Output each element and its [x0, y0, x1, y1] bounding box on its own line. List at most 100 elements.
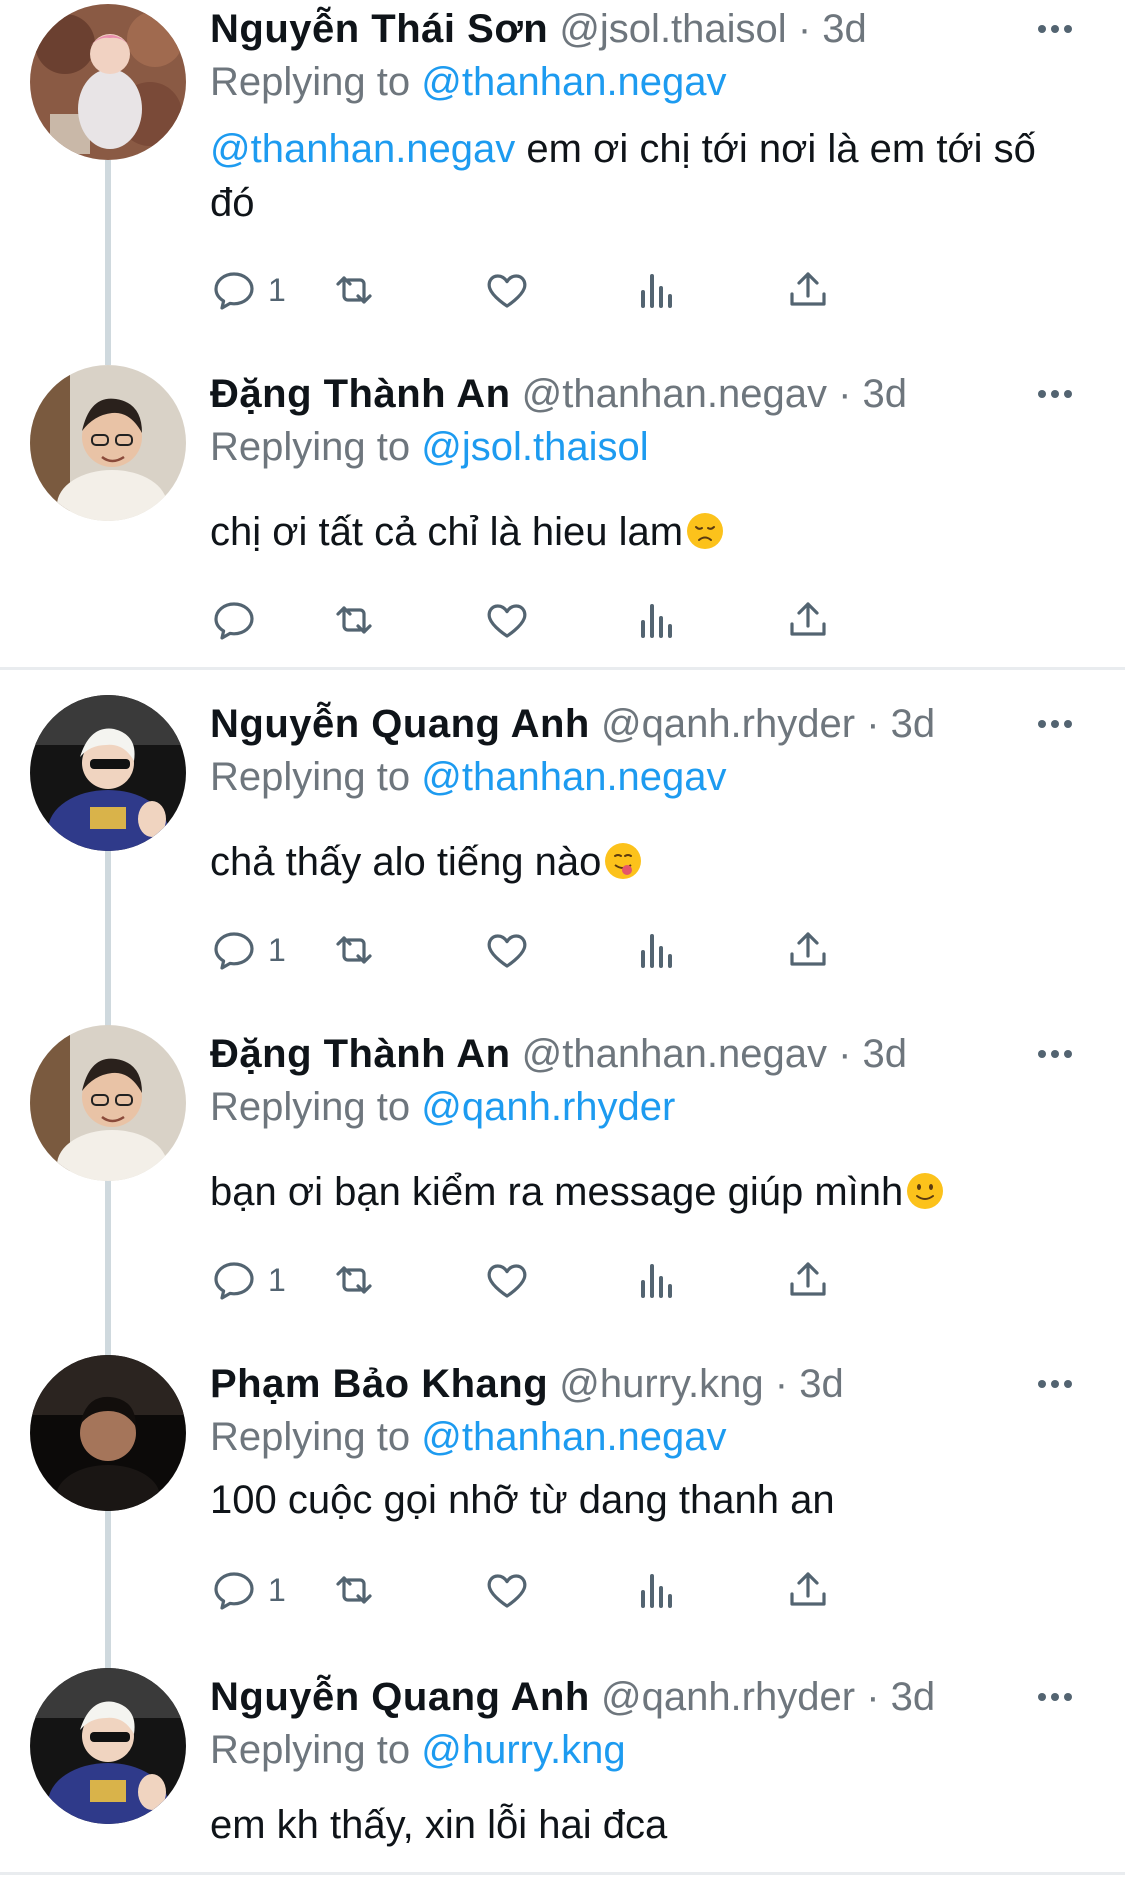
display-name[interactable]: Đặng Thành An	[210, 1032, 511, 1076]
action-bar: 1	[210, 1560, 1125, 1620]
share-button[interactable]	[784, 1560, 832, 1620]
tweet-text: @thanhan.negav em ơi chị tới nơi là em t…	[210, 122, 1070, 230]
replying-to: Replying to @qanh.rhyder	[210, 1081, 675, 1133]
views-button[interactable]	[633, 1560, 681, 1620]
tweet-header: Nguyễn Thái Sơn @jsol.thaisol · 3d	[210, 3, 1065, 55]
replying-to: Replying to @thanhan.negav	[210, 56, 727, 108]
analytics-icon	[641, 934, 672, 968]
reply-button[interactable]: 1	[210, 260, 286, 320]
retweet-button[interactable]	[330, 1250, 378, 1310]
retweet-button[interactable]	[330, 260, 378, 320]
reply-mention[interactable]: @thanhan.negav	[421, 60, 726, 104]
retweet-button[interactable]	[330, 920, 378, 980]
more-icon[interactable]	[1030, 368, 1080, 420]
handle[interactable]: @qanh.rhyder	[601, 1675, 855, 1719]
like-button[interactable]	[483, 1560, 531, 1620]
tweet-body: bạn ơi bạn kiểm ra message giúp mình	[210, 1170, 904, 1214]
retweet-button[interactable]	[330, 590, 378, 650]
reply-mention[interactable]: @hurry.kng	[421, 1728, 625, 1772]
handle[interactable]: @qanh.rhyder	[601, 702, 855, 746]
reply-button[interactable]: 1	[210, 1250, 286, 1310]
more-icon[interactable]	[1030, 3, 1080, 55]
avatar[interactable]	[30, 1668, 186, 1824]
display-name[interactable]: Phạm Bảo Khang	[210, 1362, 548, 1406]
timestamp[interactable]: 3d	[891, 1675, 936, 1719]
share-button[interactable]	[784, 260, 832, 320]
like-button[interactable]	[483, 260, 531, 320]
tweet[interactable]: Đặng Thành An @thanhan.negav · 3d Replyi…	[0, 365, 1125, 665]
handle[interactable]: @thanhan.negav	[522, 372, 827, 416]
reply-button[interactable]: 1	[210, 920, 286, 980]
share-button[interactable]	[784, 920, 832, 980]
handle[interactable]: @jsol.thaisol	[559, 7, 786, 51]
more-icon[interactable]	[1030, 1671, 1080, 1723]
display-name[interactable]: Nguyễn Quang Anh	[210, 702, 590, 746]
more-icon[interactable]	[1030, 698, 1080, 750]
handle[interactable]: @hurry.kng	[559, 1362, 763, 1406]
tweet-body: em kh thấy, xin lỗi hai đca	[210, 1803, 668, 1847]
timestamp[interactable]: 3d	[799, 1362, 844, 1406]
avatar[interactable]	[30, 4, 186, 160]
like-button[interactable]	[483, 590, 531, 650]
replying-to: Replying to @thanhan.negav	[210, 751, 727, 803]
share-icon	[790, 1262, 826, 1296]
views-button[interactable]	[633, 920, 681, 980]
tweet[interactable]: Nguyễn Quang Anh @qanh.rhyder · 3d Reply…	[0, 695, 1125, 995]
avatar[interactable]	[30, 1355, 186, 1511]
analytics-icon	[641, 274, 672, 308]
separator: ·	[774, 1362, 789, 1406]
timestamp[interactable]: 3d	[822, 7, 867, 51]
reply-count: 1	[268, 1261, 286, 1298]
tweet-text: chả thấy alo tiếng nào	[210, 835, 1070, 889]
timestamp[interactable]: 3d	[891, 702, 936, 746]
views-button[interactable]	[633, 260, 681, 320]
replying-to-label: Replying to	[210, 755, 411, 799]
handle[interactable]: @thanhan.negav	[522, 1032, 827, 1076]
avatar[interactable]	[30, 1025, 186, 1181]
display-name[interactable]: Nguyễn Thái Sơn	[210, 7, 548, 51]
tweet-text: chị ơi tất cả chỉ là hieu lam	[210, 505, 1070, 559]
tweet-header: Đặng Thành An @thanhan.negav · 3d	[210, 368, 1065, 420]
tweet[interactable]: Phạm Bảo Khang @hurry.kng · 3d Replying …	[0, 1355, 1125, 1635]
share-icon	[790, 272, 826, 306]
share-button[interactable]	[784, 590, 832, 650]
reply-mention[interactable]: @thanhan.negav	[421, 755, 726, 799]
share-icon	[790, 602, 826, 636]
tweet-header: Nguyễn Quang Anh @qanh.rhyder · 3d	[210, 698, 1065, 750]
tweet-text: 100 cuộc gọi nhỡ từ dang thanh an	[210, 1473, 1070, 1527]
like-button[interactable]	[483, 920, 531, 980]
tweet-text: em kh thấy, xin lỗi hai đca	[210, 1798, 1070, 1852]
avatar[interactable]	[30, 695, 186, 851]
reply-button[interactable]	[210, 590, 268, 650]
heart-icon	[487, 604, 527, 638]
tweet[interactable]: Nguyễn Quang Anh @qanh.rhyder · 3d Reply…	[0, 1668, 1125, 1878]
more-icon[interactable]	[1030, 1028, 1080, 1080]
action-bar: 1	[210, 260, 1125, 320]
retweet-button[interactable]	[330, 1560, 378, 1620]
reply-button[interactable]: 1	[210, 1560, 286, 1620]
share-button[interactable]	[784, 1250, 832, 1310]
reply-icon	[214, 602, 254, 640]
more-icon[interactable]	[1030, 1358, 1080, 1410]
tweet[interactable]: Đặng Thành An @thanhan.negav · 3d Replyi…	[0, 1025, 1125, 1325]
reply-mention[interactable]: @jsol.thaisol	[421, 425, 648, 469]
views-button[interactable]	[633, 1250, 681, 1310]
body-mention[interactable]: @thanhan.negav	[210, 127, 515, 171]
reply-icon	[214, 1572, 254, 1610]
tweet[interactable]: Nguyễn Thái Sơn @jsol.thaisol · 3d Reply…	[0, 0, 1125, 360]
timestamp[interactable]: 3d	[863, 372, 908, 416]
timestamp[interactable]: 3d	[863, 1032, 908, 1076]
reply-mention[interactable]: @thanhan.negav	[421, 1415, 726, 1459]
heart-icon	[487, 934, 527, 968]
reply-mention[interactable]: @qanh.rhyder	[421, 1085, 675, 1129]
reply-icon	[214, 932, 254, 970]
like-button[interactable]	[483, 1250, 531, 1310]
avatar[interactable]	[30, 365, 186, 521]
display-name[interactable]: Đặng Thành An	[210, 372, 511, 416]
heart-icon	[487, 274, 527, 308]
views-button[interactable]	[633, 590, 681, 650]
display-name[interactable]: Nguyễn Quang Anh	[210, 1675, 590, 1719]
action-bar	[210, 590, 1125, 650]
tweet-header: Đặng Thành An @thanhan.negav · 3d	[210, 1028, 1065, 1080]
disappointed-face-emoji	[687, 513, 724, 549]
